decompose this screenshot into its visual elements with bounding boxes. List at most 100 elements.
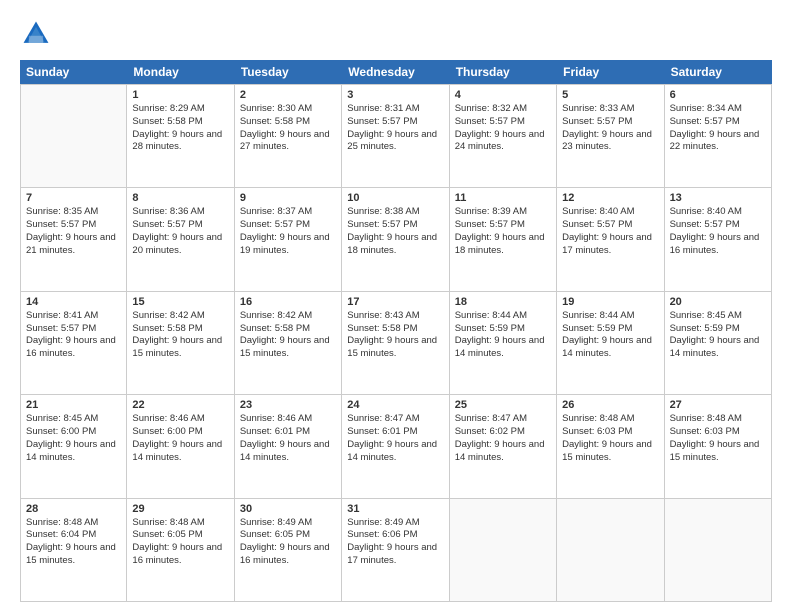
calendar-cell: 11 Sunrise: 8:39 AMSunset: 5:57 PMDayligh…: [450, 188, 557, 290]
day-number: 24: [347, 399, 443, 411]
calendar-cell: 7Sunrise: 8:35 AMSunset: 5:57 PMDaylight…: [20, 188, 127, 290]
calendar-cell: 24 Sunrise: 8:47 AMSunset: 6:01 PMDayligh…: [342, 395, 449, 497]
day-info: Sunrise: 8:47 AMSunset: 6:02 PMDaylight:…: [455, 413, 551, 464]
day-number: 27: [670, 399, 766, 411]
day-number: 13: [670, 192, 766, 204]
day-number: 16: [240, 296, 336, 308]
calendar-body: 1 Sunrise: 8:29 AMSunset: 5:58 PMDaylight…: [20, 84, 772, 602]
calendar-cell: 30 Sunrise: 8:49 AMSunset: 6:05 PMDayligh…: [235, 499, 342, 601]
day-info: Sunrise: 8:46 AMSunset: 6:01 PMDaylight:…: [240, 413, 336, 464]
day-info: Sunrise: 8:36 AMSunset: 5:57 PMDaylight:…: [132, 206, 228, 257]
day-number: 8: [132, 192, 228, 204]
day-info: Sunrise: 8:47 AMSunset: 6:01 PMDaylight:…: [347, 413, 443, 464]
day-number: 19: [562, 296, 658, 308]
day-info: Sunrise: 8:45 AMSunset: 5:59 PMDaylight:…: [670, 310, 766, 361]
day-info: Sunrise: 8:44 AMSunset: 5:59 PMDaylight:…: [455, 310, 551, 361]
day-info: Sunrise: 8:45 AMSunset: 6:00 PMDaylight:…: [26, 413, 121, 464]
day-info: Sunrise: 8:40 AMSunset: 5:57 PMDaylight:…: [670, 206, 766, 257]
calendar-cell: 8 Sunrise: 8:36 AMSunset: 5:57 PMDaylight…: [127, 188, 234, 290]
day-number: 10: [347, 192, 443, 204]
day-number: 5: [562, 89, 658, 101]
calendar-row: 1 Sunrise: 8:29 AMSunset: 5:58 PMDaylight…: [20, 84, 772, 188]
header-day-saturday: Saturday: [665, 60, 772, 84]
calendar-cell: 19 Sunrise: 8:44 AMSunset: 5:59 PMDayligh…: [557, 292, 664, 394]
calendar-cell: 2 Sunrise: 8:30 AMSunset: 5:58 PMDaylight…: [235, 85, 342, 187]
day-info: Sunrise: 8:33 AMSunset: 5:57 PMDaylight:…: [562, 103, 658, 154]
calendar-cell: 28 Sunrise: 8:48 AMSunset: 6:04 PMDayligh…: [20, 499, 127, 601]
calendar-cell: 17Sunrise: 8:43 AMSunset: 5:58 PMDayligh…: [342, 292, 449, 394]
calendar-cell: 9Sunrise: 8:37 AMSunset: 5:57 PMDaylight…: [235, 188, 342, 290]
day-info: Sunrise: 8:48 AMSunset: 6:04 PMDaylight:…: [26, 517, 121, 568]
calendar-cell: 26Sunrise: 8:48 AMSunset: 6:03 PMDayligh…: [557, 395, 664, 497]
header-day-wednesday: Wednesday: [342, 60, 449, 84]
day-number: 1: [132, 89, 228, 101]
calendar-cell: 18Sunrise: 8:44 AMSunset: 5:59 PMDayligh…: [450, 292, 557, 394]
header-day-monday: Monday: [127, 60, 234, 84]
day-number: 22: [132, 399, 228, 411]
calendar-cell: [20, 85, 127, 187]
header-day-thursday: Thursday: [450, 60, 557, 84]
day-info: Sunrise: 8:31 AMSunset: 5:57 PMDaylight:…: [347, 103, 443, 154]
day-info: Sunrise: 8:40 AMSunset: 5:57 PMDaylight:…: [562, 206, 658, 257]
calendar-cell: 14 Sunrise: 8:41 AMSunset: 5:57 PMDayligh…: [20, 292, 127, 394]
calendar-cell: 1 Sunrise: 8:29 AMSunset: 5:58 PMDaylight…: [127, 85, 234, 187]
day-info: Sunrise: 8:48 AMSunset: 6:03 PMDaylight:…: [670, 413, 766, 464]
calendar-row: 28 Sunrise: 8:48 AMSunset: 6:04 PMDayligh…: [20, 499, 772, 602]
calendar-cell: 16 Sunrise: 8:42 AMSunset: 5:58 PMDayligh…: [235, 292, 342, 394]
day-number: 11: [455, 192, 551, 204]
header-day-tuesday: Tuesday: [235, 60, 342, 84]
calendar-cell: 4 Sunrise: 8:32 AMSunset: 5:57 PMDaylight…: [450, 85, 557, 187]
calendar-cell: 31Sunrise: 8:49 AMSunset: 6:06 PMDayligh…: [342, 499, 449, 601]
day-number: 3: [347, 89, 443, 101]
calendar-cell: 12 Sunrise: 8:40 AMSunset: 5:57 PMDayligh…: [557, 188, 664, 290]
day-number: 6: [670, 89, 766, 101]
day-number: 23: [240, 399, 336, 411]
calendar-cell: [557, 499, 664, 601]
calendar-cell: 13 Sunrise: 8:40 AMSunset: 5:57 PMDayligh…: [665, 188, 772, 290]
day-info: Sunrise: 8:34 AMSunset: 5:57 PMDaylight:…: [670, 103, 766, 154]
day-number: 30: [240, 503, 336, 515]
day-info: Sunrise: 8:38 AMSunset: 5:57 PMDaylight:…: [347, 206, 443, 257]
calendar-header: SundayMondayTuesdayWednesdayThursdayFrid…: [20, 60, 772, 84]
day-info: Sunrise: 8:49 AMSunset: 6:05 PMDaylight:…: [240, 517, 336, 568]
calendar-cell: 22 Sunrise: 8:46 AMSunset: 6:00 PMDayligh…: [127, 395, 234, 497]
calendar-cell: 27 Sunrise: 8:48 AMSunset: 6:03 PMDayligh…: [665, 395, 772, 497]
day-info: Sunrise: 8:46 AMSunset: 6:00 PMDaylight:…: [132, 413, 228, 464]
day-info: Sunrise: 8:41 AMSunset: 5:57 PMDaylight:…: [26, 310, 121, 361]
day-info: Sunrise: 8:29 AMSunset: 5:58 PMDaylight:…: [132, 103, 228, 154]
day-number: 4: [455, 89, 551, 101]
header-day-friday: Friday: [557, 60, 664, 84]
day-info: Sunrise: 8:48 AMSunset: 6:05 PMDaylight:…: [132, 517, 228, 568]
day-number: 21: [26, 399, 121, 411]
day-info: Sunrise: 8:32 AMSunset: 5:57 PMDaylight:…: [455, 103, 551, 154]
calendar-cell: [665, 499, 772, 601]
day-number: 25: [455, 399, 551, 411]
calendar-row: 7Sunrise: 8:35 AMSunset: 5:57 PMDaylight…: [20, 188, 772, 291]
day-info: Sunrise: 8:39 AMSunset: 5:57 PMDaylight:…: [455, 206, 551, 257]
day-number: 29: [132, 503, 228, 515]
day-info: Sunrise: 8:30 AMSunset: 5:58 PMDaylight:…: [240, 103, 336, 154]
day-number: 20: [670, 296, 766, 308]
day-number: 14: [26, 296, 121, 308]
day-number: 28: [26, 503, 121, 515]
day-info: Sunrise: 8:42 AMSunset: 5:58 PMDaylight:…: [240, 310, 336, 361]
calendar-cell: 23 Sunrise: 8:46 AMSunset: 6:01 PMDayligh…: [235, 395, 342, 497]
day-number: 2: [240, 89, 336, 101]
day-number: 9: [240, 192, 336, 204]
calendar-cell: 25 Sunrise: 8:47 AMSunset: 6:02 PMDayligh…: [450, 395, 557, 497]
header-day-sunday: Sunday: [20, 60, 127, 84]
calendar-cell: 20 Sunrise: 8:45 AMSunset: 5:59 PMDayligh…: [665, 292, 772, 394]
calendar-cell: 21 Sunrise: 8:45 AMSunset: 6:00 PMDayligh…: [20, 395, 127, 497]
header: [20, 18, 772, 50]
day-info: Sunrise: 8:43 AMSunset: 5:58 PMDaylight:…: [347, 310, 443, 361]
day-info: Sunrise: 8:44 AMSunset: 5:59 PMDaylight:…: [562, 310, 658, 361]
day-number: 31: [347, 503, 443, 515]
day-number: 12: [562, 192, 658, 204]
day-number: 15: [132, 296, 228, 308]
calendar: SundayMondayTuesdayWednesdayThursdayFrid…: [20, 60, 772, 602]
day-number: 7: [26, 192, 121, 204]
day-number: 26: [562, 399, 658, 411]
calendar-cell: 15Sunrise: 8:42 AMSunset: 5:58 PMDayligh…: [127, 292, 234, 394]
calendar-cell: [450, 499, 557, 601]
calendar-cell: 3 Sunrise: 8:31 AMSunset: 5:57 PMDaylight…: [342, 85, 449, 187]
